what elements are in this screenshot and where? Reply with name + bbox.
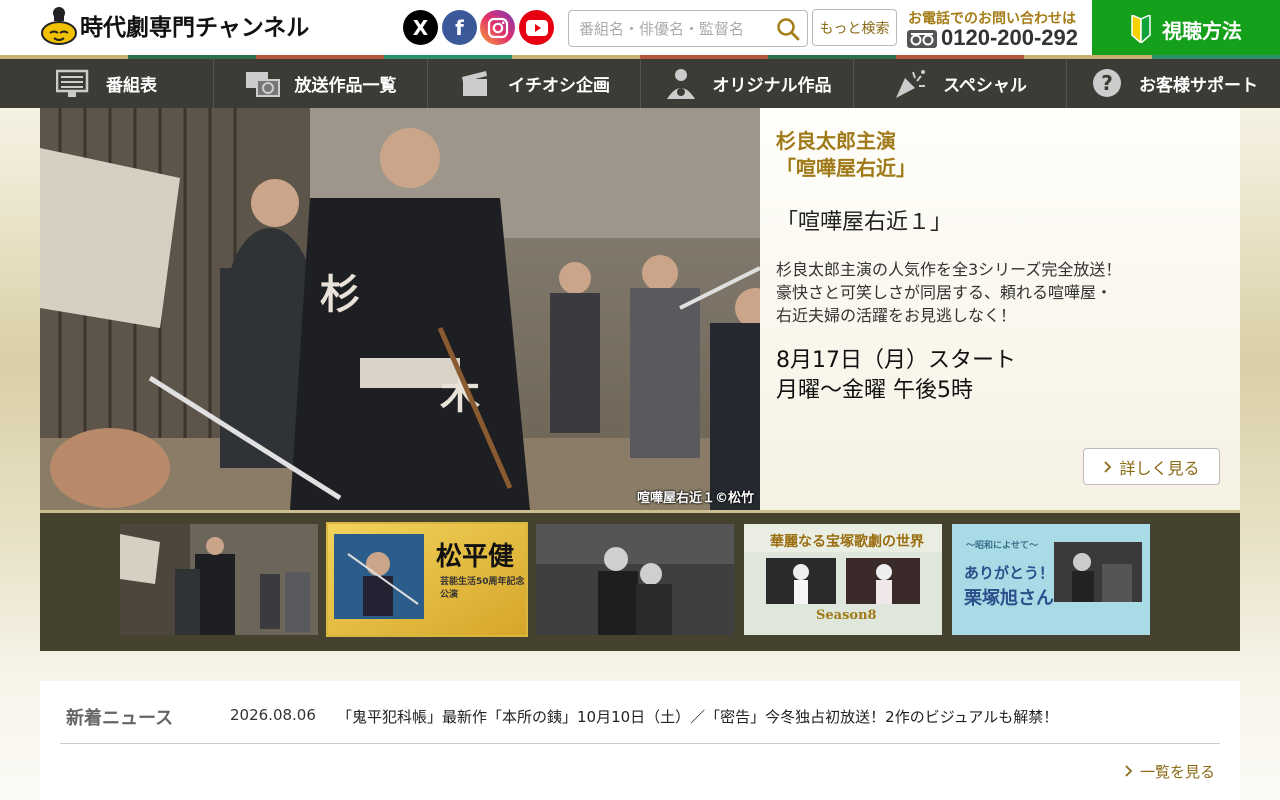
schedule-line: 月曜～金曜 午後5時 <box>776 378 973 403</box>
divider <box>60 743 1220 744</box>
thumb-kicker: ～昭和によせて～ <box>966 541 1039 551</box>
news-section: 新着ニュース 2026.08.06 「鬼平犯科帳」最新作「本所の銕」10月10日… <box>40 681 1240 800</box>
svg-text:杉: 杉 <box>320 271 360 318</box>
question-icon: ? <box>1093 68 1121 97</box>
samurai-logo-icon <box>41 7 77 45</box>
nav-label: スペシャル <box>943 76 1027 96</box>
news-more-label: 一覧を見る <box>1140 763 1216 781</box>
news-date: 2026.08.06 <box>230 706 316 724</box>
youtube-icon[interactable] <box>519 10 554 45</box>
samurai-scene-image: 杉 木 <box>40 108 760 510</box>
nav-program-guide[interactable]: 番組表 <box>0 59 214 108</box>
thumb-title: 松平健 <box>436 542 515 572</box>
nav-label: オリジナル作品 <box>712 76 832 96</box>
play-glyph-icon <box>525 19 548 36</box>
schedule-line: 8月17日（月）スタート <box>776 348 1016 373</box>
details-button[interactable]: 詳しく見る <box>1083 448 1220 485</box>
nav-label: 放送作品一覧 <box>294 76 397 96</box>
thumbnail-1[interactable] <box>120 524 318 635</box>
logo-text: 時代劇専門チャンネル <box>80 15 310 41</box>
copyright-caption: 喧嘩屋右近１©松竹 <box>636 491 754 506</box>
samurai-thumb-image <box>120 524 318 635</box>
screens-icon <box>245 71 280 97</box>
x-twitter-icon[interactable]: X <box>403 10 438 45</box>
phone-number[interactable]: 0120-200-292 <box>941 25 1078 51</box>
search-input[interactable] <box>579 19 769 39</box>
desc-line: 豪快さと可笑しさが同居する、頼れる喧嘩屋・ <box>776 283 1113 302</box>
tv-schedule-icon <box>56 69 89 97</box>
instagram-icon[interactable] <box>480 10 515 45</box>
news-heading: 新着ニュース <box>66 708 174 729</box>
thumb-title: ありがとう！ <box>964 564 1055 582</box>
nav-label: 番組表 <box>106 76 157 96</box>
news-headline-link[interactable]: 「鬼平犯科帳」最新作「本所の銕」10月10日（土）／「密告」今冬独占初放送！2作… <box>337 706 1058 727</box>
clapperboard-icon <box>462 70 487 96</box>
news-list-link[interactable]: 一覧を見る <box>1124 761 1215 782</box>
nav-label: イチオシ企画 <box>508 76 610 96</box>
nav-broadcast-works[interactable]: 放送作品一覧 <box>214 59 428 108</box>
thumbnail-5[interactable]: ～昭和によせて～ ありがとう！ 栗塚旭さん <box>952 524 1150 635</box>
hero-info-panel: 杉良太郎主演 「喧嘩屋右近」 「喧嘩屋右近１」 杉良太郎主演の人気作を全3シリー… <box>760 108 1240 510</box>
main-nav: 番組表 放送作品一覧 イチオシ企画 オリジナル作品 スペシャル ? お客様サポー… <box>0 59 1280 108</box>
hero-image[interactable]: 杉 木 喧嘩屋右近１©松竹 <box>40 108 760 510</box>
site-header: 時代劇専門チャンネル X f もっと検索 お電話でのお問い合わせは 0120-2… <box>0 0 1280 59</box>
hero-title: 「喧嘩屋右近１」 <box>776 210 953 235</box>
hero-schedule: 8月17日（月）スタート 月曜～金曜 午後5時 <box>776 346 1016 406</box>
nav-featured-projects[interactable]: イチオシ企画 <box>428 59 641 108</box>
search-field <box>568 10 808 47</box>
desc-line: 杉良太郎主演の人気作を全3シリーズ完全放送！ <box>776 260 1122 279</box>
nav-original-works[interactable]: オリジナル作品 <box>641 59 854 108</box>
thumb-season: Season8 <box>816 608 877 623</box>
site-logo[interactable]: 時代劇専門チャンネル <box>40 3 309 47</box>
hero-subtitle-line: 「喧嘩屋右近」 <box>776 156 916 180</box>
hero-subtitle-line: 杉良太郎主演 <box>776 129 896 153</box>
beginner-mark-icon <box>1131 15 1151 43</box>
nav-customer-support[interactable]: ? お客様サポート <box>1067 59 1280 108</box>
nav-label: お客様サポート <box>1139 76 1258 96</box>
chevron-right-icon <box>1125 765 1133 777</box>
search-icon[interactable] <box>775 16 801 42</box>
couple-thumb-image <box>536 524 734 635</box>
how-to-watch-label: 視聴方法 <box>1162 18 1242 43</box>
hero-description: 杉良太郎主演の人気作を全3シリーズ完全放送！ 豪快さと可笑しさが同居する、頼れる… <box>776 258 1121 327</box>
thumb-title: 華麗なる宝塚歌劇の世界 <box>770 534 924 550</box>
nav-special[interactable]: スペシャル <box>854 59 1067 108</box>
thumb-subtitle: 芸能生活50周年記念公演 <box>440 577 525 600</box>
thumbnail-3[interactable] <box>536 524 734 635</box>
camera-glyph-icon <box>487 17 508 38</box>
hero-subtitle: 杉良太郎主演 「喧嘩屋右近」 <box>776 128 916 182</box>
details-label: 詳しく見る <box>1119 458 1200 478</box>
desc-line: 右近夫婦の活躍をお見逃しなく！ <box>776 306 1017 325</box>
facebook-icon[interactable]: f <box>442 10 477 45</box>
thumb-title-name: 栗塚旭さん <box>964 588 1054 609</box>
chevron-right-icon <box>1104 460 1112 473</box>
free-dial-icon <box>907 30 937 48</box>
how-to-watch-button[interactable]: 視聴方法 <box>1092 0 1280 58</box>
samurai-icon <box>666 68 695 99</box>
svg-text:?: ? <box>1101 71 1113 95</box>
advanced-search-button[interactable]: もっと検索 <box>812 9 897 46</box>
party-popper-icon <box>896 69 926 98</box>
thumbnail-4[interactable]: 華麗なる宝塚歌劇の世界 Season8 <box>744 524 942 635</box>
thumbnail-2[interactable]: 松平健 芸能生活50周年記念公演 <box>328 524 526 635</box>
carousel-thumbnails: 松平健 芸能生活50周年記念公演 華麗なる宝塚歌劇の世界 Season8 ～昭和… <box>40 510 1240 651</box>
